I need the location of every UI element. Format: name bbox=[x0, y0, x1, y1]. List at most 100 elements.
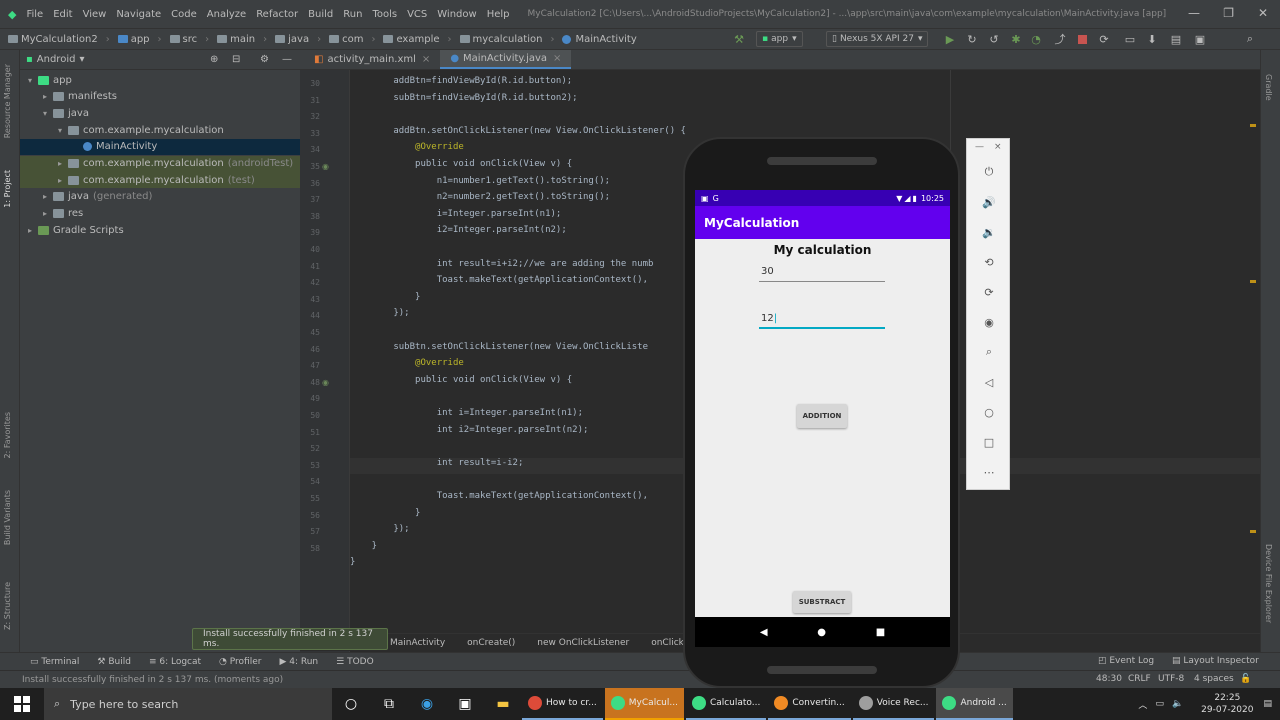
lock-icon[interactable]: 🔓 bbox=[1240, 674, 1251, 684]
hammer-icon[interactable]: ⚒ bbox=[733, 33, 745, 46]
code-line[interactable]: }); bbox=[350, 308, 409, 324]
code-line[interactable]: int i2=Integer.parseInt(n2); bbox=[350, 425, 589, 441]
nav-crumb[interactable]: com bbox=[329, 34, 363, 45]
warning-marker[interactable] bbox=[1250, 280, 1256, 283]
tree-item[interactable]: ▸ res bbox=[20, 206, 300, 222]
taskbar-app[interactable]: Voice Rec... bbox=[852, 688, 935, 720]
zoom-icon[interactable]: ⌕ bbox=[981, 344, 997, 360]
number1-input[interactable]: 30 bbox=[759, 266, 885, 282]
notifications-icon[interactable]: ▤ bbox=[1263, 699, 1272, 709]
close-button[interactable]: ✕ bbox=[1258, 6, 1268, 20]
tab-main-activity[interactable]: ● MainActivity.java × bbox=[440, 50, 572, 69]
back-icon[interactable]: ◀ bbox=[760, 627, 768, 638]
toolwindow-2[interactable]: ≡ 6: Logcat bbox=[149, 657, 201, 667]
maximize-button[interactable]: ❐ bbox=[1223, 6, 1234, 20]
back-icon[interactable]: ◁ bbox=[981, 374, 997, 390]
profile-icon[interactable]: ◔ bbox=[1030, 33, 1042, 46]
code-crumb[interactable]: new OnClickListener bbox=[537, 638, 629, 648]
chevron-right-icon[interactable]: ▸ bbox=[43, 209, 53, 218]
debug-icon[interactable]: ✱ bbox=[1010, 33, 1022, 46]
menu-view[interactable]: View bbox=[83, 9, 107, 20]
tab-activity-main[interactable]: ◧ activity_main.xml × bbox=[304, 50, 440, 69]
menu-analyze[interactable]: Analyze bbox=[207, 9, 246, 20]
camera-icon[interactable]: ◉ bbox=[981, 314, 997, 330]
run-icon[interactable]: ▶ bbox=[944, 33, 956, 46]
install-notification[interactable]: Install successfully finished in 2 s 137… bbox=[192, 628, 388, 650]
code-line[interactable]: } bbox=[350, 508, 420, 524]
code-line[interactable]: @Override bbox=[350, 142, 464, 158]
code-line[interactable]: subBtn.setOnClickListener(new View.OnCli… bbox=[350, 342, 648, 358]
code-line[interactable]: addBtn.setOnClickListener(new View.OnCli… bbox=[350, 126, 686, 142]
toolwindow-1[interactable]: ⚒ Build bbox=[97, 657, 131, 667]
menu-file[interactable]: File bbox=[26, 9, 43, 20]
code-line[interactable]: }); bbox=[350, 524, 409, 540]
chevron-right-icon[interactable]: ▸ bbox=[43, 92, 53, 101]
tree-item[interactable]: ▸ com.example.mycalculation (androidTest) bbox=[20, 155, 300, 172]
nav-crumb[interactable]: MyCalculation2 bbox=[8, 34, 98, 45]
favorites-tab[interactable]: 2: Favorites bbox=[3, 412, 12, 458]
rotate-left-icon[interactable]: ⟲ bbox=[981, 254, 997, 270]
gradle-tab[interactable]: Gradle bbox=[1264, 74, 1273, 101]
cortana-icon[interactable]: ○ bbox=[332, 688, 370, 720]
home-icon[interactable]: ○ bbox=[981, 404, 997, 420]
chevron-down-icon[interactable]: ▾ bbox=[79, 54, 84, 65]
warning-marker[interactable] bbox=[1250, 124, 1256, 127]
volume-up-icon[interactable]: 🔊 bbox=[981, 194, 997, 210]
taskbar-app[interactable]: MyCalcul... bbox=[604, 688, 684, 720]
nav-crumb[interactable]: java bbox=[275, 34, 309, 45]
warning-marker[interactable] bbox=[1250, 530, 1256, 533]
code-line[interactable]: Toast.makeText(getApplicationContext(), bbox=[350, 491, 648, 507]
apply-changes-icon[interactable]: ↻ bbox=[966, 33, 978, 46]
tree-item[interactable]: ▸ com.example.mycalculation (test) bbox=[20, 172, 300, 189]
taskbar-app[interactable]: Calculato... bbox=[685, 688, 767, 720]
code-crumb[interactable]: MainActivity bbox=[390, 638, 445, 648]
device-manager-icon[interactable]: ▣ bbox=[1194, 33, 1206, 46]
layout-inspector-button[interactable]: ▤ Layout Inspector bbox=[1172, 656, 1259, 666]
chevron-right-icon[interactable]: ▸ bbox=[28, 226, 38, 235]
attach-debugger-icon[interactable]: ⤴ bbox=[1054, 33, 1066, 46]
tree-item[interactable]: ▾ app bbox=[20, 72, 300, 88]
addition-button[interactable]: ADDITION bbox=[797, 404, 847, 428]
code-line[interactable]: n2=number2.getText().toString(); bbox=[350, 192, 610, 208]
menu-code[interactable]: Code bbox=[171, 9, 197, 20]
minimize-button[interactable]: — bbox=[1188, 6, 1200, 20]
toolwindow-3[interactable]: ◔ Profiler bbox=[219, 657, 261, 667]
chevron-down-icon[interactable]: ▾ bbox=[43, 109, 53, 118]
close-tab-icon[interactable]: × bbox=[422, 54, 430, 65]
resource-manager-tab[interactable]: Resource Manager bbox=[3, 64, 12, 138]
menu-window[interactable]: Window bbox=[437, 9, 476, 20]
code-line[interactable]: n1=number1.getText().toString(); bbox=[350, 176, 610, 192]
file-explorer-icon[interactable]: ▬ bbox=[484, 688, 522, 720]
code-line[interactable]: addBtn=findViewById(R.id.button); bbox=[350, 76, 572, 92]
nav-crumb[interactable]: main bbox=[217, 34, 255, 45]
chevron-right-icon[interactable]: ▸ bbox=[43, 192, 53, 201]
close-icon[interactable]: × bbox=[994, 142, 1002, 152]
override-marker-icon[interactable]: ◉ bbox=[322, 378, 329, 387]
tree-item[interactable]: ▸ Gradle Scripts bbox=[20, 222, 300, 238]
taskbar-app[interactable]: Android ... bbox=[936, 688, 1013, 720]
code-line[interactable]: int result=i+i2;//we are adding the numb bbox=[350, 259, 654, 275]
build-variants-tab[interactable]: Build Variants bbox=[3, 490, 12, 545]
home-icon[interactable]: ● bbox=[817, 627, 826, 638]
power-icon[interactable]: ⏻ bbox=[981, 164, 997, 180]
sdk-manager-icon[interactable]: ⬇ bbox=[1146, 33, 1158, 46]
locate-icon[interactable]: ⊕ bbox=[210, 54, 218, 65]
nav-crumb[interactable]: app bbox=[117, 34, 150, 45]
code-line[interactable]: int result=i-i2; bbox=[350, 458, 524, 474]
overview-icon[interactable]: □ bbox=[981, 434, 997, 450]
number2-input[interactable]: 12| bbox=[759, 313, 885, 329]
show-hidden-icons[interactable]: ︿ bbox=[1138, 698, 1147, 711]
apply-code-changes-icon[interactable]: ↺ bbox=[988, 33, 1000, 46]
override-marker-icon[interactable]: ◉ bbox=[322, 162, 329, 171]
code-line[interactable]: int i=Integer.parseInt(n1); bbox=[350, 408, 583, 424]
code-line[interactable]: } bbox=[350, 541, 377, 557]
overview-icon[interactable]: ■ bbox=[876, 627, 885, 638]
gear-icon[interactable]: ⚙ bbox=[260, 54, 269, 65]
chevron-right-icon[interactable]: ▸ bbox=[58, 159, 68, 168]
tree-item[interactable]: ▸ manifests bbox=[20, 89, 300, 105]
close-tab-icon[interactable]: × bbox=[553, 53, 561, 64]
nav-crumb[interactable]: src bbox=[169, 34, 197, 45]
menu-refactor[interactable]: Refactor bbox=[256, 9, 298, 20]
code-line[interactable]: } bbox=[350, 557, 355, 573]
toolwindow-4[interactable]: ▶ 4: Run bbox=[279, 657, 318, 667]
